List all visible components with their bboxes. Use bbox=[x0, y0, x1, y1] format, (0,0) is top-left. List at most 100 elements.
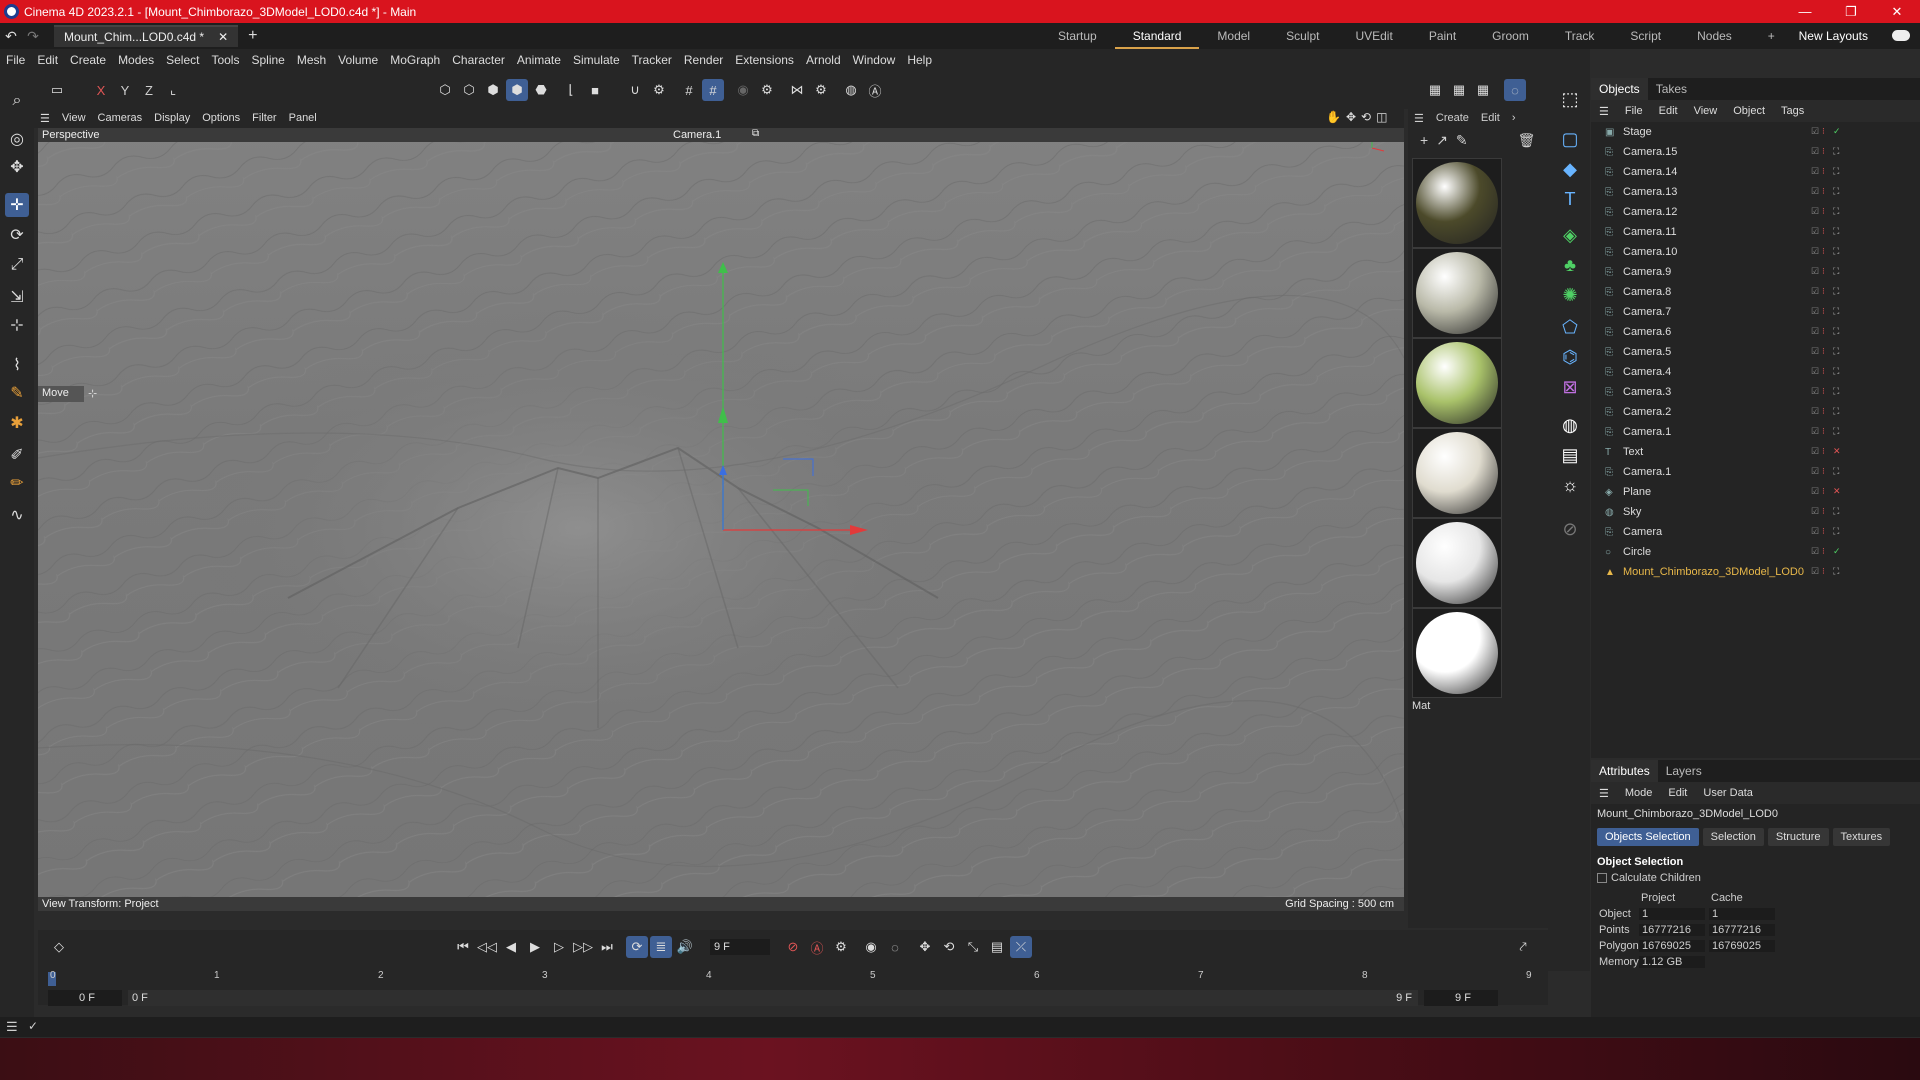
axis-mode-icon[interactable]: ⌊ bbox=[560, 79, 582, 101]
render-frame-icon[interactable]: ▦ bbox=[1424, 79, 1446, 101]
transform-tool-icon[interactable]: ⇲ bbox=[5, 285, 29, 309]
material-menu-create[interactable]: Create bbox=[1436, 112, 1469, 124]
tab-takes[interactable]: Takes bbox=[1648, 82, 1695, 96]
edit-flag-icon[interactable]: ☑ bbox=[1811, 226, 1819, 236]
render-settings-icon[interactable]: ⚙ bbox=[756, 79, 778, 101]
scale-key-icon[interactable]: ⤡ bbox=[962, 936, 984, 958]
visibility-dots-icon[interactable]: ⁝ bbox=[1822, 366, 1830, 376]
edit-flag-icon[interactable]: ☑ bbox=[1811, 366, 1819, 376]
menu-modes[interactable]: Modes bbox=[112, 53, 160, 67]
visibility-dots-icon[interactable]: ⁝ bbox=[1822, 346, 1830, 356]
object-row[interactable]: ⎘ Camera.1 ☑ ⁝ ⛶ bbox=[1591, 422, 1920, 442]
autokey-icon[interactable]: Ⓐ bbox=[806, 936, 828, 958]
menu-simulate[interactable]: Simulate bbox=[567, 53, 626, 67]
menu-spline[interactable]: Spline bbox=[245, 53, 290, 67]
attribute-tab-selection[interactable]: Selection bbox=[1702, 828, 1764, 846]
lock-y-button[interactable]: Y bbox=[114, 79, 136, 101]
object-row[interactable]: ⎘ Camera.4 ☑ ⁝ ⛶ bbox=[1591, 362, 1920, 382]
lock-z-button[interactable]: Z bbox=[138, 79, 160, 101]
arnold-icon[interactable]: Ⓐ bbox=[864, 79, 886, 101]
viewport-menu-options[interactable]: Options bbox=[196, 112, 246, 124]
attributes-menu-edit[interactable]: Edit bbox=[1660, 787, 1695, 799]
generator-icon[interactable]: ◈ bbox=[1556, 221, 1584, 249]
menu-help[interactable]: Help bbox=[901, 53, 938, 67]
cube-icon[interactable]: ◆ bbox=[1556, 155, 1584, 183]
live-select-icon[interactable]: ✥ bbox=[5, 155, 29, 179]
select-tool-icon[interactable]: ◎ bbox=[5, 127, 29, 151]
camera-icon[interactable]: ◍ bbox=[840, 79, 862, 101]
visibility-dots-icon[interactable]: ⁝ bbox=[1822, 146, 1830, 156]
object-row[interactable]: ⎘ Camera.6 ☑ ⁝ ⛶ bbox=[1591, 322, 1920, 342]
visibility-dots-icon[interactable]: ⁝ bbox=[1822, 226, 1830, 236]
edit-flag-icon[interactable]: ☑ bbox=[1811, 406, 1819, 416]
dolly-icon[interactable]: ✥ bbox=[1346, 110, 1356, 124]
status-icon[interactable]: ⛶ bbox=[1833, 306, 1841, 316]
visibility-dots-icon[interactable]: ⁝ bbox=[1822, 546, 1830, 556]
menu-file[interactable]: File bbox=[0, 53, 31, 67]
layout-tab-groom[interactable]: Groom bbox=[1474, 23, 1547, 49]
layout-tab-uvedit[interactable]: UVEdit bbox=[1337, 23, 1410, 49]
status-icon[interactable]: ⛶ bbox=[1833, 526, 1841, 536]
menu-extensions[interactable]: Extensions bbox=[729, 53, 800, 67]
status-icon[interactable]: ✓ bbox=[1833, 126, 1841, 136]
edit-flag-icon[interactable]: ☑ bbox=[1811, 486, 1819, 496]
model-mode-icon[interactable]: ⬢ bbox=[506, 79, 528, 101]
menu-tracker[interactable]: Tracker bbox=[626, 53, 678, 67]
status-icon[interactable]: ⛶ bbox=[1833, 506, 1841, 516]
render-active-icon[interactable]: ▦ bbox=[1448, 79, 1470, 101]
object-row[interactable]: ⎘ Camera.15 ☑ ⁝ ⛶ bbox=[1591, 142, 1920, 162]
record-icon[interactable]: ⊘ bbox=[782, 936, 804, 958]
previous-key-icon[interactable]: ◁◁ bbox=[476, 936, 498, 958]
material-swatch[interactable]: Mount_Chimbora: bbox=[1412, 428, 1502, 532]
render-queue-icon[interactable]: ▦ bbox=[1472, 79, 1494, 101]
redo-icon[interactable]: ↷ bbox=[22, 28, 44, 45]
edit-flag-icon[interactable]: ☑ bbox=[1811, 166, 1819, 176]
material-hamburger-icon[interactable]: ☰ bbox=[1414, 112, 1424, 125]
menu-character[interactable]: Character bbox=[446, 53, 511, 67]
object-row[interactable]: ⎘ Camera.10 ☑ ⁝ ⛶ bbox=[1591, 242, 1920, 262]
visibility-dots-icon[interactable]: ⁝ bbox=[1822, 286, 1830, 296]
timeline-graph-icon[interactable]: ⤤ bbox=[1512, 936, 1534, 958]
attributes-hamburger-icon[interactable]: ☰ bbox=[1591, 787, 1617, 800]
status-icon[interactable]: ⛶ bbox=[1833, 266, 1841, 276]
effector-icon[interactable]: ✺ bbox=[1556, 281, 1584, 309]
polygons-mode-icon[interactable]: ⬢ bbox=[482, 79, 504, 101]
document-tab[interactable]: Mount_Chim...LOD0.c4d * ✕ bbox=[54, 25, 239, 47]
material-swatch[interactable]: Mount_Chimbora: bbox=[1412, 158, 1502, 262]
viewport-menu-filter[interactable]: Filter bbox=[246, 112, 282, 124]
object-row[interactable]: ◈ Plane ☑ ⁝ ✕ bbox=[1591, 482, 1920, 502]
menu-edit[interactable]: Edit bbox=[31, 53, 64, 67]
menu-arnold[interactable]: Arnold bbox=[800, 53, 847, 67]
status-icon[interactable]: ⛶ bbox=[1833, 406, 1841, 416]
pla-key-icon[interactable]: ⤫ bbox=[1010, 936, 1032, 958]
symmetry-settings-icon[interactable]: ⚙ bbox=[810, 79, 832, 101]
material-swatch[interactable]: Mat bbox=[1412, 608, 1502, 712]
light-icon[interactable]: ☼ bbox=[1556, 471, 1584, 499]
keyframe-icon[interactable]: ◇ bbox=[48, 936, 70, 958]
edit-flag-icon[interactable]: ☑ bbox=[1811, 286, 1819, 296]
position-key-icon[interactable]: ✥ bbox=[914, 936, 936, 958]
edit-flag-icon[interactable]: ☑ bbox=[1811, 266, 1819, 276]
visibility-dots-icon[interactable]: ⁝ bbox=[1822, 326, 1830, 336]
volume-icon[interactable]: ⊠ bbox=[1556, 373, 1584, 401]
selection-icon[interactable]: ⬚ bbox=[1556, 85, 1584, 113]
status-icon[interactable]: ⛶ bbox=[1833, 326, 1841, 336]
visibility-dots-icon[interactable]: ⁝ bbox=[1822, 506, 1830, 516]
undo-icon[interactable]: ↶ bbox=[0, 28, 22, 45]
symmetry-icon[interactable]: ⋈ bbox=[786, 79, 808, 101]
go-to-end-icon[interactable]: ⏭ bbox=[596, 936, 618, 958]
visibility-dots-icon[interactable]: ⁝ bbox=[1822, 466, 1830, 476]
render-region-icon[interactable]: ▭ bbox=[46, 79, 68, 101]
status-icon[interactable]: ✓ bbox=[1833, 546, 1841, 556]
objects-menu-object[interactable]: Object bbox=[1725, 105, 1773, 117]
status-icon[interactable]: ⛶ bbox=[1833, 426, 1841, 436]
viewport[interactable]: Perspective Camera.1 ⧉ Move ⊹ View Trans… bbox=[38, 128, 1404, 911]
close-button[interactable]: ✕ bbox=[1874, 0, 1920, 23]
status-icon[interactable]: ⛶ bbox=[1833, 146, 1841, 156]
new-material-icon[interactable]: + bbox=[1420, 132, 1428, 148]
brush-icon[interactable]: ✐ bbox=[5, 443, 29, 467]
add-layout-button[interactable]: + bbox=[1750, 23, 1793, 49]
object-row[interactable]: ⎘ Camera ☑ ⁝ ⛶ bbox=[1591, 522, 1920, 542]
status-menu-icon[interactable]: ☰ bbox=[6, 1019, 18, 1035]
visibility-dots-icon[interactable]: ⁝ bbox=[1822, 166, 1830, 176]
